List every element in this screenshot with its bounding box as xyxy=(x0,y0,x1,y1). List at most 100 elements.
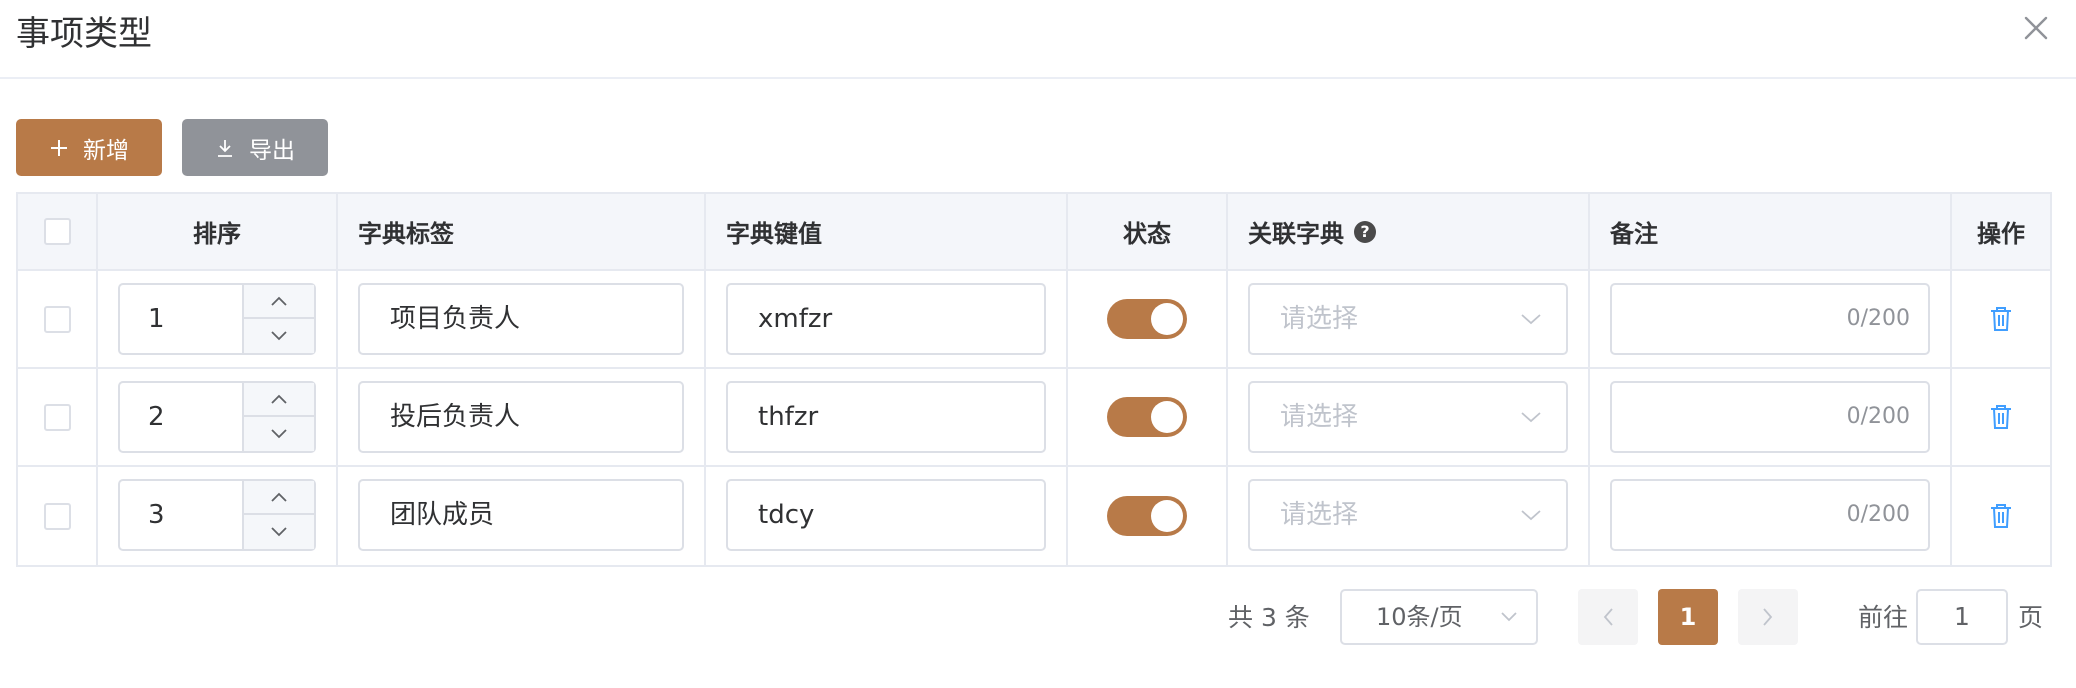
label-cell: 项目负责人 xyxy=(338,271,706,367)
dict-select[interactable]: 请选择 xyxy=(1248,283,1568,355)
plus-icon xyxy=(51,139,67,156)
stepper-controls xyxy=(242,383,314,451)
label-input[interactable]: 项目负责人 xyxy=(358,283,684,355)
chevron-down-icon[interactable] xyxy=(244,515,314,549)
chevron-up-icon[interactable] xyxy=(244,383,314,417)
sort-cell: 1 xyxy=(98,271,338,367)
dialog-header: 事项类型 xyxy=(0,0,2076,79)
close-icon[interactable] xyxy=(2018,10,2054,46)
row-check-cell xyxy=(18,467,98,565)
chevron-down-icon xyxy=(1501,612,1517,622)
status-cell xyxy=(1068,369,1228,465)
chevron-left-icon xyxy=(1603,608,1613,626)
sort-stepper[interactable]: 3 xyxy=(118,479,316,551)
question-icon[interactable]: ? xyxy=(1354,220,1376,243)
status-toggle[interactable] xyxy=(1107,496,1187,536)
dict-cell: 请选择 xyxy=(1228,467,1590,565)
toggle-knob xyxy=(1151,303,1183,335)
header-status: 状态 xyxy=(1068,194,1228,269)
dict-select[interactable]: 请选择 xyxy=(1248,381,1568,453)
label-input[interactable]: 投后负责人 xyxy=(358,381,684,453)
remark-input[interactable]: 0/200 xyxy=(1610,283,1930,355)
chevron-up-icon[interactable] xyxy=(244,285,314,319)
page-unit-label: 页 xyxy=(2018,603,2044,632)
remark-cell: 0/200 xyxy=(1590,271,1952,367)
header-sort: 排序 xyxy=(98,194,338,269)
trash-icon[interactable] xyxy=(1989,306,2013,332)
goto-page-input[interactable]: 1 xyxy=(1916,589,2008,645)
chevron-down-icon xyxy=(1521,314,1541,325)
chevron-down-icon xyxy=(1521,412,1541,423)
remark-char-count: 0/200 xyxy=(1846,404,1910,429)
header-dict-label: 关联字典 xyxy=(1248,220,1344,248)
chevron-down-icon[interactable] xyxy=(244,417,314,451)
pagination-total: 共 3 条 xyxy=(1228,603,1310,632)
key-cell: thfzr xyxy=(706,369,1068,465)
trash-icon[interactable] xyxy=(1989,404,2013,430)
row-check-cell xyxy=(18,369,98,465)
status-cell xyxy=(1068,467,1228,565)
key-cell: tdcy xyxy=(706,467,1068,565)
chevron-down-icon[interactable] xyxy=(244,319,314,353)
sort-stepper[interactable]: 1 xyxy=(118,283,316,355)
remark-input[interactable]: 0/200 xyxy=(1610,479,1930,551)
sort-value: 2 xyxy=(148,402,165,432)
label-cell: 团队成员 xyxy=(338,467,706,565)
sort-cell: 2 xyxy=(98,369,338,465)
status-toggle[interactable] xyxy=(1107,299,1187,339)
add-button-label: 新增 xyxy=(83,137,129,164)
header-key: 字典键值 xyxy=(706,194,1068,269)
header-label: 字典标签 xyxy=(338,194,706,269)
download-icon xyxy=(218,139,232,157)
add-button[interactable]: 新增 xyxy=(16,119,162,176)
table-header: 排序 字典标签 字典键值 状态 关联字典 ? 备注 操作 xyxy=(18,194,2050,271)
next-page-button[interactable] xyxy=(1738,589,1798,645)
table-row: 1 项目负责人 xmfzr 请选择 0/200 xyxy=(18,271,2050,369)
table-row: 3 团队成员 tdcy 请选择 0/200 xyxy=(18,467,2050,565)
dict-select-placeholder: 请选择 xyxy=(1280,402,1359,432)
dict-cell: 请选择 xyxy=(1228,369,1590,465)
export-button-label: 导出 xyxy=(249,137,295,164)
select-all-checkbox[interactable] xyxy=(43,218,71,245)
stepper-controls xyxy=(242,285,314,353)
page-number-button[interactable]: 1 xyxy=(1658,589,1718,645)
chevron-up-icon[interactable] xyxy=(244,481,314,515)
chevron-right-icon xyxy=(1763,608,1773,626)
toggle-knob xyxy=(1151,401,1183,433)
remark-input[interactable]: 0/200 xyxy=(1610,381,1930,453)
label-input[interactable]: 团队成员 xyxy=(358,479,684,551)
prev-page-button[interactable] xyxy=(1578,589,1638,645)
remark-cell: 0/200 xyxy=(1590,369,1952,465)
row-checkbox[interactable] xyxy=(43,403,71,431)
sort-value: 1 xyxy=(148,304,165,334)
op-cell xyxy=(1952,369,2050,465)
goto-label: 前往 xyxy=(1858,603,1909,632)
label-cell: 投后负责人 xyxy=(338,369,706,465)
dict-select-placeholder: 请选择 xyxy=(1280,500,1359,530)
dict-cell: 请选择 xyxy=(1228,271,1590,367)
status-toggle[interactable] xyxy=(1107,397,1187,437)
stepper-controls xyxy=(242,481,314,549)
header-check-cell xyxy=(18,194,98,269)
dialog-title: 事项类型 xyxy=(16,14,152,54)
remark-char-count: 0/200 xyxy=(1846,502,1910,527)
key-input[interactable]: thfzr xyxy=(726,381,1046,453)
table-row: 2 投后负责人 thfzr 请选择 0/200 xyxy=(18,369,2050,467)
key-input[interactable]: tdcy xyxy=(726,479,1046,551)
page-size-select[interactable]: 10条/页 xyxy=(1340,589,1538,645)
header-dict: 关联字典 ? xyxy=(1228,194,1590,269)
page-size-value: 10条/页 xyxy=(1376,603,1463,631)
toggle-knob xyxy=(1151,500,1183,532)
key-cell: xmfzr xyxy=(706,271,1068,367)
row-checkbox[interactable] xyxy=(43,502,71,530)
op-cell xyxy=(1952,467,2050,565)
key-input[interactable]: xmfzr xyxy=(726,283,1046,355)
trash-icon[interactable] xyxy=(1989,503,2013,529)
header-op: 操作 xyxy=(1977,220,2025,248)
row-checkbox[interactable] xyxy=(43,305,71,333)
dict-select[interactable]: 请选择 xyxy=(1248,479,1568,551)
export-button[interactable]: 导出 xyxy=(182,119,328,176)
sort-stepper[interactable]: 2 xyxy=(118,381,316,453)
sort-value: 3 xyxy=(148,500,165,530)
chevron-down-icon xyxy=(1521,510,1541,521)
